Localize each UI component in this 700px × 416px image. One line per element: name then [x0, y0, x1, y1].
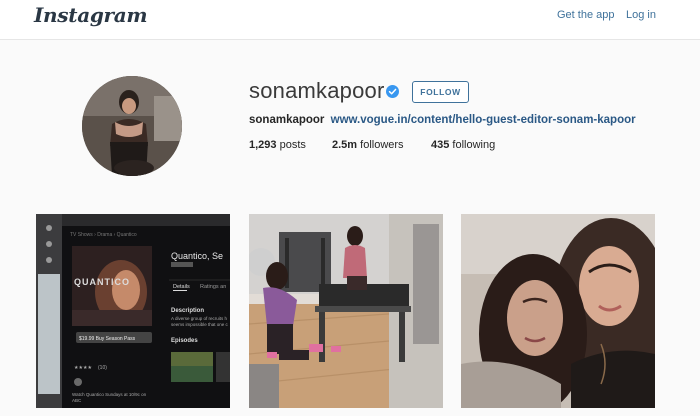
followers-count[interactable]: 2.5m followers: [332, 139, 404, 151]
post-1-rating-count: (10): [98, 365, 107, 371]
log-in-link[interactable]: Log in: [626, 9, 656, 21]
post-1-tab-details: Details: [173, 284, 190, 290]
bio-full-name: sonamkapoor: [249, 114, 325, 126]
follow-button[interactable]: FOLLOW: [412, 81, 469, 103]
profile-bio: sonamkapoor www.vogue.in/content/hello-g…: [249, 114, 636, 126]
post-1-description-line-2: seems impossible that one c: [171, 322, 229, 327]
post-1-title: Quantico, Se: [171, 251, 223, 261]
post-thumbnail-3[interactable]: [461, 214, 655, 408]
svg-text:TV Shows › Drama › Quantico: TV Shows › Drama › Quantico: [70, 232, 137, 238]
get-the-app-link[interactable]: Get the app: [557, 9, 615, 21]
instagram-logo[interactable]: Instagram: [34, 3, 148, 27]
followers-count-label: followers: [360, 139, 404, 151]
post-thumbnail-2[interactable]: [249, 214, 443, 408]
svg-text:★★★★: ★★★★: [74, 365, 92, 371]
post-1-episodes-heading: Episodes: [171, 338, 198, 344]
following-count[interactable]: 435 following: [431, 139, 495, 151]
post-1-buy-button: $19.99 Buy Season Pass: [79, 336, 136, 342]
following-count-value: 435: [431, 139, 450, 151]
top-bar: Instagram Get the app Log in: [0, 0, 700, 40]
post-1-description-heading: Description: [171, 308, 204, 314]
profile-username: sonamkapoor: [249, 78, 385, 103]
posts-count-label: posts: [279, 139, 306, 151]
post-thumbnail-1[interactable]: TV Shows › Drama › Quantico QUANTICO Qua…: [36, 214, 230, 408]
verified-badge-icon: [386, 85, 399, 98]
quantico-wordmark: QUANTICO: [74, 277, 130, 287]
posts-count: 1,293 posts: [249, 139, 306, 151]
posts-count-value: 1,293: [249, 139, 277, 151]
post-1-description-line-1: A diverse group of recruits h: [171, 316, 228, 321]
post-1-tab-ratings: Ratings an: [200, 284, 226, 290]
post-1-footer-line-1: Watch Quantico Sundays at 10/9c on: [72, 392, 147, 397]
profile-avatar: [82, 76, 182, 176]
post-1-footer-line-2: ABC: [72, 398, 82, 403]
following-count-label: following: [452, 139, 496, 151]
bio-website-link[interactable]: www.vogue.in/content/hello-guest-editor-…: [331, 114, 636, 126]
followers-count-value: 2.5m: [332, 139, 358, 151]
